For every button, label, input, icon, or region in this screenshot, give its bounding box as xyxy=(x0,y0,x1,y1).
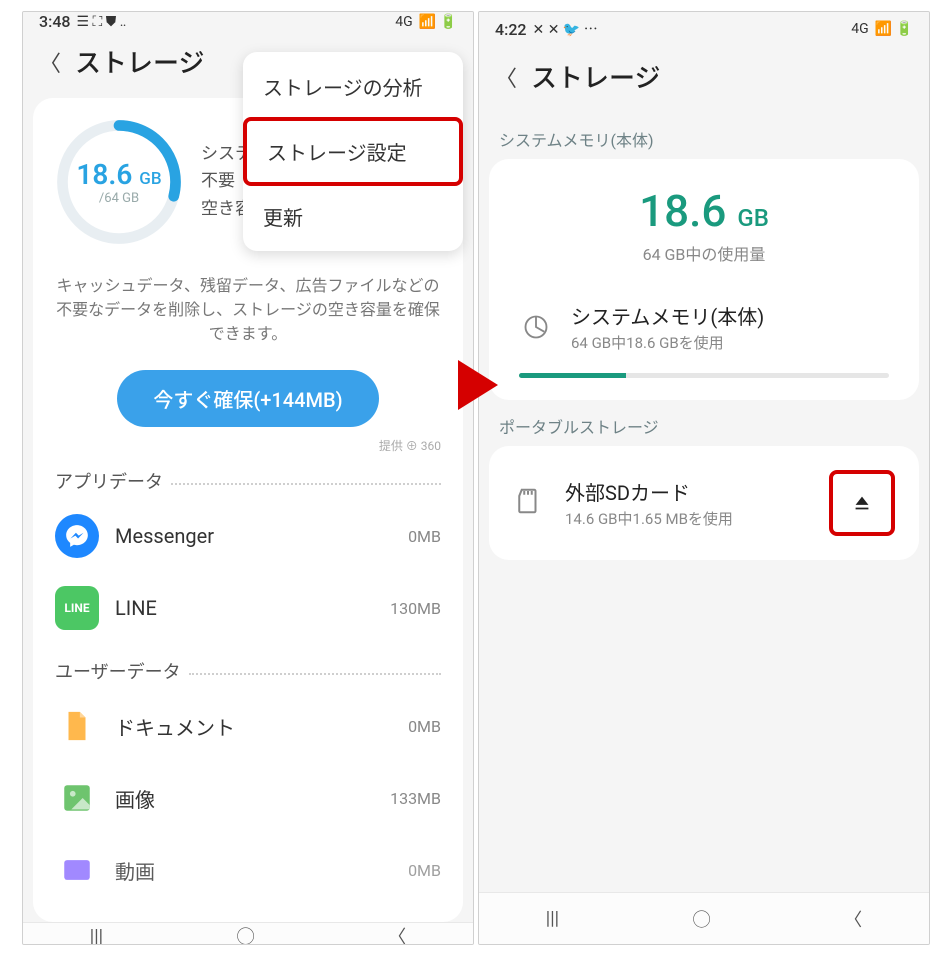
statusbar: 3:48 ☰ ⛶ ⛊ ‥ 4G 📶 🔋 xyxy=(23,12,473,31)
page-title: ストレージ xyxy=(75,43,204,80)
nav-back[interactable]: 〈 xyxy=(388,923,406,945)
document-icon xyxy=(55,704,99,748)
item-size: 0MB xyxy=(408,717,441,736)
status-right-icons: 📶 🔋 xyxy=(419,14,457,30)
section-userdata: ユーザーデータ xyxy=(49,644,447,690)
sysitem-title: システムメモリ(本体) xyxy=(571,301,764,330)
eject-icon xyxy=(851,492,873,514)
back-icon[interactable]: 〈 xyxy=(495,61,517,93)
phone-left: 3:48 ☰ ⛶ ⛊ ‥ 4G 📶 🔋 〈 ストレージ 18.6 GB /64 … xyxy=(22,11,474,945)
section-system-memory: システムメモリ(本体) xyxy=(499,127,909,151)
section-portable: ポータブルストレージ xyxy=(499,414,909,438)
menu-item-refresh[interactable]: 更新 xyxy=(243,186,463,247)
nav-back[interactable]: 〈 xyxy=(844,906,862,932)
storage-donut: 18.6 GB /64 GB xyxy=(55,118,183,246)
section-appdata: アプリデータ xyxy=(49,454,447,500)
item-name: 画像 xyxy=(115,784,374,813)
red-arrow-icon xyxy=(458,360,498,410)
overflow-menu: ストレージの分析 ストレージ設定 更新 xyxy=(243,52,463,251)
app-size: 130MB xyxy=(390,599,441,618)
user-row-documents[interactable]: ドキュメント 0MB xyxy=(49,690,447,762)
menu-item-settings[interactable]: ストレージ設定 xyxy=(243,117,463,186)
item-name: ドキュメント xyxy=(115,712,392,741)
nav-home[interactable]: ◯ xyxy=(693,906,711,932)
divider xyxy=(171,483,441,485)
status-time: 4:22 xyxy=(495,20,527,39)
system-memory-item[interactable]: システムメモリ(本体) 64 GB中18.6 GBを使用 xyxy=(505,283,903,361)
status-right-icons: 📶 🔋 xyxy=(875,21,913,37)
section-appdata-label: アプリデータ xyxy=(55,468,163,494)
sd-card-icon xyxy=(513,486,547,520)
system-memory-card: 18.6 GB 64 GB中の使用量 システムメモリ(本体) 64 GB中18.… xyxy=(489,159,919,400)
status-left-icons: ☰ ⛶ ⛊ ‥ xyxy=(77,14,127,30)
phone-right: 4:22 ✕ ✕ 🐦 ⋯ 4G 📶 🔋 〈 ストレージ システムメモリ(本体) … xyxy=(478,11,930,945)
statusbar: 4:22 ✕ ✕ 🐦 ⋯ 4G 📶 🔋 xyxy=(479,12,929,46)
item-size: 133MB xyxy=(390,789,441,808)
sysmem-sub: 64 GB中の使用量 xyxy=(505,241,903,265)
sd-card: 外部SDカード 14.6 GB中1.65 MBを使用 xyxy=(489,446,919,560)
item-name: 動画 xyxy=(115,856,392,885)
user-row-video[interactable]: 動画 0MB xyxy=(49,834,447,906)
app-name: LINE xyxy=(115,596,374,620)
nav-recents[interactable]: ||| xyxy=(90,926,103,946)
donut-unit: GB xyxy=(139,169,161,189)
navbar: ||| ◯ 〈 xyxy=(479,892,929,944)
sd-sub: 14.6 GB中1.65 MBを使用 xyxy=(565,508,811,529)
donut-used: 18.6 xyxy=(76,158,132,191)
storage-desc: キャッシュデータ、残留データ、広告ファイルなどの不要なデータを削除し、ストレージ… xyxy=(49,260,447,364)
status-left-icons: ✕ ✕ 🐦 ⋯ xyxy=(533,19,598,39)
back-icon[interactable]: 〈 xyxy=(39,46,61,78)
messenger-icon xyxy=(55,514,99,558)
nav-recents[interactable]: ||| xyxy=(546,908,559,929)
app-size: 0MB xyxy=(408,527,441,546)
status-net: 4G xyxy=(851,21,868,37)
sd-row[interactable]: 外部SDカード 14.6 GB中1.65 MBを使用 xyxy=(499,452,909,554)
donut-total: /64 GB xyxy=(99,191,139,206)
page-title: ストレージ xyxy=(531,58,660,95)
navbar: ||| ◯ 〈 xyxy=(23,922,473,945)
sysitem-sub: 64 GB中18.6 GBを使用 xyxy=(571,332,764,353)
line-icon: LINE xyxy=(55,586,99,630)
section-userdata-label: ユーザーデータ xyxy=(55,658,181,684)
status-net: 4G xyxy=(395,14,412,30)
header: 〈 ストレージ xyxy=(479,46,929,113)
provider-label: 提供 ⊕ 360 xyxy=(55,437,441,454)
sd-title: 外部SDカード xyxy=(565,477,811,506)
item-size: 0MB xyxy=(408,861,441,880)
nav-home[interactable]: ◯ xyxy=(237,923,255,945)
eject-button[interactable] xyxy=(835,476,889,530)
video-icon xyxy=(55,848,99,892)
app-name: Messenger xyxy=(115,524,392,548)
eject-highlight xyxy=(829,470,895,536)
divider xyxy=(189,673,441,675)
user-row-images[interactable]: 画像 133MB xyxy=(49,762,447,834)
sysmem-unit: GB xyxy=(737,204,769,232)
app-row-messenger[interactable]: Messenger 0MB xyxy=(49,500,447,572)
progress-bar xyxy=(519,373,889,378)
status-time: 3:48 xyxy=(39,12,71,31)
image-icon xyxy=(55,776,99,820)
app-row-line[interactable]: LINE LINE 130MB xyxy=(49,572,447,644)
pie-icon xyxy=(519,310,553,344)
sysmem-used: 18.6 xyxy=(639,185,726,237)
menu-item-analyze[interactable]: ストレージの分析 xyxy=(243,56,463,117)
free-space-button[interactable]: 今すぐ確保(+144MB) xyxy=(117,370,378,427)
